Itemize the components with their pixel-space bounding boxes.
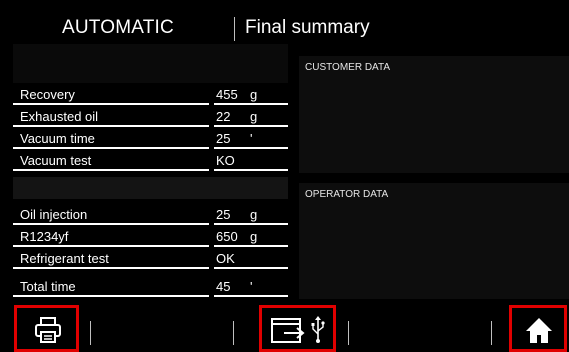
printer-icon	[34, 316, 62, 344]
row-unit: '	[250, 279, 253, 294]
row-unit: g	[250, 229, 258, 244]
summary-row-oil-injection: Oil injection 25 g	[13, 203, 288, 225]
row-value: 455	[216, 87, 238, 102]
row-underline	[214, 169, 288, 171]
usb-icon	[311, 316, 325, 344]
summary-section-divider	[13, 177, 288, 199]
row-label: Total time	[20, 279, 76, 294]
toolbar-divider	[491, 321, 492, 345]
row-label: Recovery	[20, 87, 75, 102]
row-value: 22	[216, 109, 231, 124]
print-button[interactable]	[14, 305, 79, 352]
row-underline	[13, 267, 209, 269]
header-bar: AUTOMATIC Final summary	[0, 0, 569, 44]
summary-panel: Recovery 455 g Exhausted oil 22 g Vacuum…	[13, 44, 288, 299]
row-value: KO	[216, 153, 235, 168]
row-value: 650	[216, 229, 238, 244]
row-underline	[214, 295, 288, 297]
toolbar-divider	[348, 321, 349, 345]
row-label: Refrigerant test	[20, 251, 109, 266]
customer-data-panel: CUSTOMER DATA	[299, 56, 569, 173]
row-label: R1234yf	[20, 229, 69, 244]
summary-row-refrigerant-test: Refrigerant test OK	[13, 247, 288, 269]
home-button[interactable]	[509, 305, 567, 352]
operator-data-label: OPERATOR DATA	[305, 189, 389, 200]
row-unit: g	[250, 87, 258, 102]
row-unit: g	[250, 207, 258, 222]
row-value: OK	[216, 251, 235, 266]
summary-row-refrigerant: R1234yf 650 g	[13, 225, 288, 247]
mode-title: AUTOMATIC	[62, 17, 174, 38]
row-label: Vacuum test	[20, 153, 92, 168]
summary-panel-spacer	[13, 44, 288, 83]
toolbar-divider	[233, 321, 234, 345]
row-label: Vacuum time	[20, 131, 95, 146]
summary-row-vacuum-test: Vacuum test KO	[13, 149, 288, 171]
row-underline	[214, 267, 288, 269]
window-export-icon	[271, 318, 309, 344]
toolbar-divider	[90, 321, 91, 345]
header-divider	[234, 17, 235, 41]
row-underline	[13, 169, 209, 171]
home-icon	[525, 316, 553, 344]
row-underline	[13, 295, 209, 297]
operator-data-panel: OPERATOR DATA	[299, 183, 569, 299]
row-unit: g	[250, 109, 258, 124]
row-value: 25	[216, 207, 231, 222]
summary-row-recovery: Recovery 455 g	[13, 83, 288, 105]
row-value: 25	[216, 131, 231, 146]
row-value: 45	[216, 279, 231, 294]
customer-data-label: CUSTOMER DATA	[305, 62, 391, 73]
row-label: Exhausted oil	[20, 109, 99, 124]
summary-row-total-time: Total time 45 '	[13, 275, 288, 297]
page-title: Final summary	[245, 17, 370, 38]
export-usb-button[interactable]	[259, 305, 336, 352]
summary-row-exhausted-oil: Exhausted oil 22 g	[13, 105, 288, 127]
row-label: Oil injection	[20, 207, 88, 222]
summary-row-vacuum-time: Vacuum time 25 '	[13, 127, 288, 149]
row-unit: '	[250, 131, 253, 146]
